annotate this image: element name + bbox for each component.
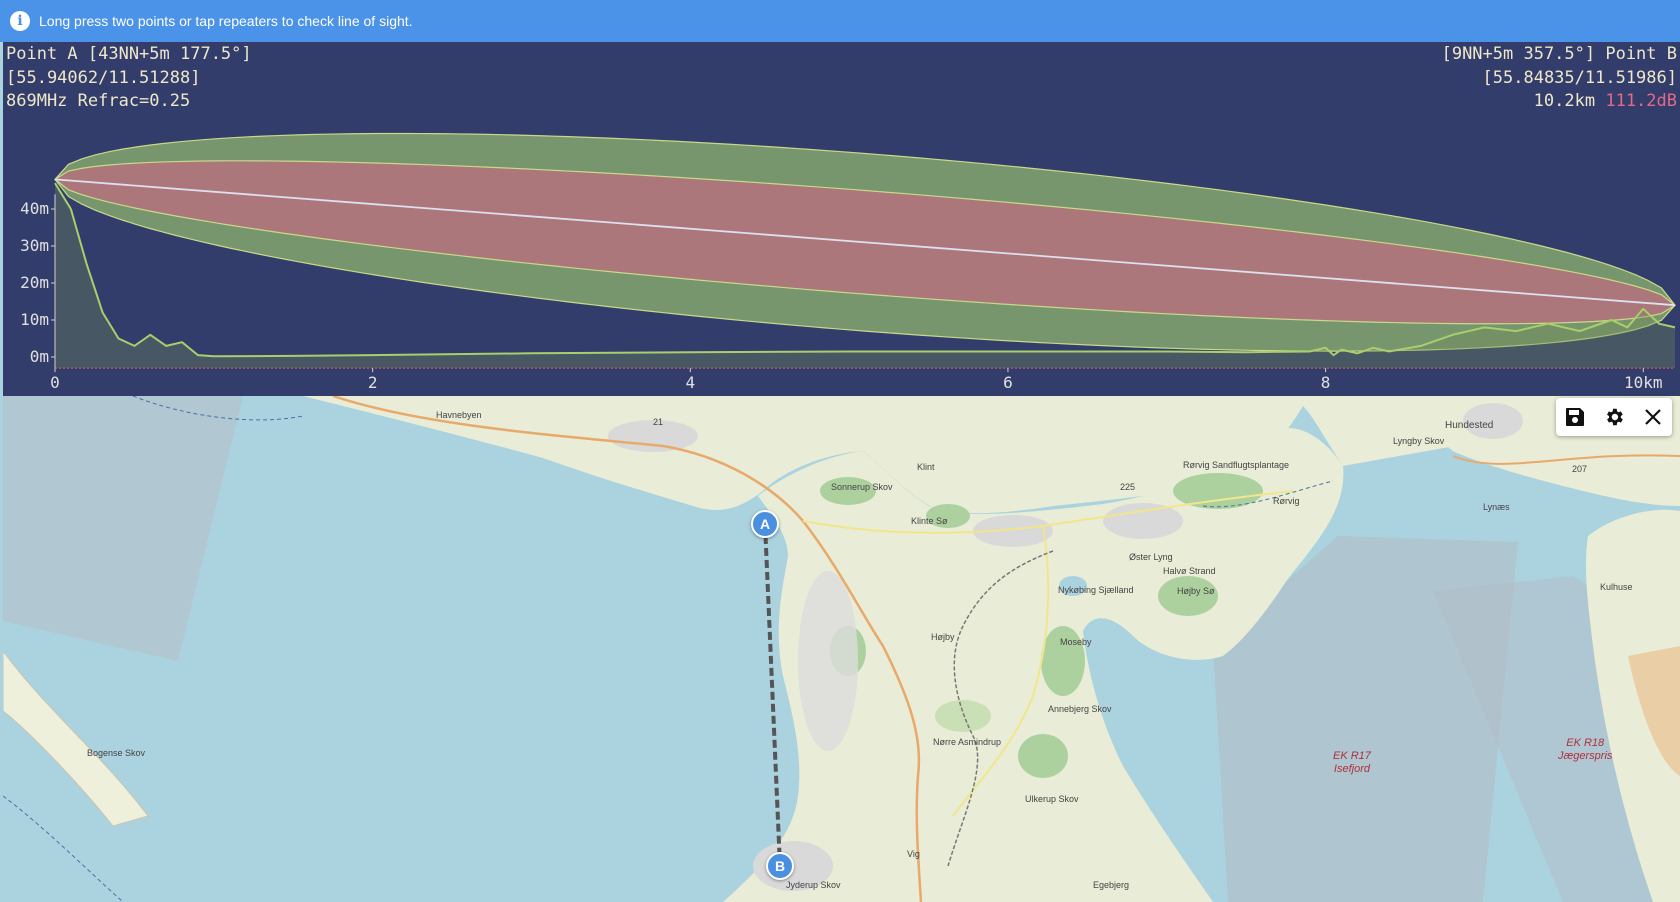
banner-text: Long press two points or tap repeaters t… bbox=[39, 13, 413, 29]
place-label: Jyderup Skov bbox=[786, 880, 841, 890]
point-b-coords: [55.84835/11.51986] bbox=[1482, 67, 1677, 88]
place-label: Nørre Asmindrup bbox=[933, 737, 1002, 747]
point-b-label: [9NN+5m 357.5°] Point B bbox=[1441, 44, 1677, 64]
place-label: Rørvig Sandflugtsplantage bbox=[1183, 460, 1290, 470]
x-tick-label: 8 bbox=[1321, 373, 1331, 392]
x-tick-label: 0 bbox=[50, 373, 60, 392]
point-a-info: Point A [43NN+5m 177.5°] [55.94062/11.512… bbox=[6, 43, 252, 114]
frequency-refraction: 869MHz Refrac=0.25 bbox=[6, 91, 191, 111]
place-label: Vig bbox=[907, 849, 920, 859]
place-label: Havnebyen bbox=[436, 410, 482, 420]
place-label: Halvø Strand bbox=[1163, 566, 1216, 576]
point-a-label: Point A [43NN+5m 177.5°] bbox=[6, 44, 252, 64]
y-tick-label: 30m bbox=[20, 236, 49, 255]
place-label: Lyngby Skov bbox=[1393, 436, 1445, 446]
place-label: Øster Lyng bbox=[1129, 552, 1173, 562]
x-tick-label: 4 bbox=[685, 373, 695, 392]
place-label: Egebjerg bbox=[1093, 880, 1130, 890]
place-label: Bogense Skov bbox=[87, 748, 146, 758]
settings-button[interactable] bbox=[1599, 402, 1629, 432]
restricted-zone-label: EK R18 Jægerspris bbox=[1558, 737, 1613, 762]
point-a-coords: [55.94062/11.51288] bbox=[6, 67, 201, 88]
gear-icon bbox=[1607, 408, 1623, 426]
place-label: Ulkerup Skov bbox=[1025, 794, 1079, 804]
place-label: Annebjerg Skov bbox=[1048, 704, 1112, 714]
save-button[interactable] bbox=[1560, 402, 1590, 432]
x-tick-label: 10km bbox=[1624, 373, 1663, 392]
info-banner: i Long press two points or tap repeaters… bbox=[0, 0, 1680, 42]
x-tick-label: 6 bbox=[1003, 373, 1013, 392]
place-label: Kulhuse bbox=[1600, 582, 1633, 592]
place-label: Højby bbox=[931, 632, 955, 642]
los-toolbar bbox=[1556, 398, 1672, 436]
distance-value: 10.2km bbox=[1533, 91, 1596, 111]
place-label: Lynæs bbox=[1483, 502, 1510, 512]
restricted-zone-label: EK R17 Isefjord bbox=[1333, 750, 1371, 775]
y-tick-label: 0m bbox=[30, 347, 49, 366]
info-icon: i bbox=[10, 11, 30, 31]
place-label: Højby Sø bbox=[1177, 586, 1215, 596]
x-tick-label: 2 bbox=[368, 373, 378, 392]
point-a-marker[interactable]: A bbox=[751, 510, 779, 538]
path-loss-value: 111.2dB bbox=[1605, 91, 1677, 111]
place-label: Sonnerup Skov bbox=[831, 482, 893, 492]
map-view[interactable]: Havnebyen Hundested Klint Sonnerup Skov … bbox=[3, 396, 1680, 902]
road-number: 225 bbox=[1120, 482, 1136, 492]
map-canvas[interactable] bbox=[3, 396, 1680, 902]
y-tick-label: 40m bbox=[20, 199, 49, 218]
place-label: Rørvig bbox=[1273, 496, 1300, 506]
place-label: Hundested bbox=[1445, 420, 1494, 431]
close-icon bbox=[1644, 409, 1661, 425]
road-number: 21 bbox=[653, 417, 664, 427]
place-label: Klinte Sø bbox=[911, 516, 948, 526]
line-of-sight-panel: 0m 10m 20m 30m 40m 0 2 4 6 8 10km Point A [43NN+5m… bbox=[3, 42, 1680, 396]
close-button[interactable] bbox=[1638, 402, 1668, 432]
point-b-info: [9NN+5m 357.5°] Point B [55.84835/11.5198… bbox=[1442, 43, 1677, 114]
y-tick-label: 20m bbox=[20, 273, 49, 292]
place-label: Klint bbox=[917, 462, 935, 472]
place-label: Nykøbing Sjælland bbox=[1058, 585, 1134, 595]
y-tick-label: 10m bbox=[20, 310, 49, 329]
save-icon bbox=[1566, 408, 1585, 426]
place-label: Moseby bbox=[1060, 637, 1092, 647]
road-number: 207 bbox=[1572, 464, 1588, 474]
point-b-marker[interactable]: B bbox=[766, 852, 794, 880]
profile-chart: 0m 10m 20m 30m 40m 0 2 4 6 8 10km bbox=[20, 132, 1677, 392]
